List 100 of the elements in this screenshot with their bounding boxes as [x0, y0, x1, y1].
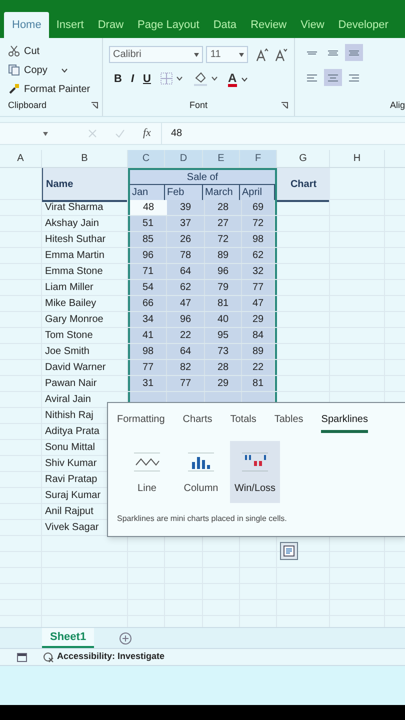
table-cell[interactable]: 96	[167, 312, 205, 327]
clipboard-button[interactable]: Copy	[8, 60, 102, 80]
ribbon-tab[interactable]: Insert	[49, 12, 91, 38]
table-cell[interactable]: 48	[130, 200, 167, 215]
column-header[interactable]: E	[203, 150, 240, 167]
formula-field[interactable]: 48	[160, 123, 405, 144]
table-header-cell: Name	[42, 168, 128, 202]
table-cell[interactable]: 71	[130, 264, 167, 279]
table-cell[interactable]: 95	[205, 328, 242, 343]
column-header[interactable]: F	[240, 150, 277, 167]
align-button[interactable]	[324, 69, 342, 86]
table-cell[interactable]: 96	[130, 248, 167, 263]
dialog-launcher-icon[interactable]	[91, 102, 98, 109]
sheet-tab[interactable]: Sheet1	[42, 628, 94, 648]
table-cell[interactable]: 32	[242, 264, 275, 279]
font-color-button[interactable]: A	[228, 72, 248, 87]
ribbon-tab[interactable]: Home	[4, 12, 50, 38]
table-cell[interactable]: 34	[130, 312, 167, 327]
shrink-font-icon[interactable]	[274, 48, 288, 62]
accessibility-status[interactable]: Accessibility: Investigate	[57, 650, 165, 664]
table-cell[interactable]: 84	[242, 328, 275, 343]
table-cell[interactable]: 64	[167, 344, 205, 359]
table-cell[interactable]: 31	[130, 376, 167, 391]
table-cell[interactable]: 85	[130, 232, 167, 247]
table-cell[interactable]: 62	[242, 248, 275, 263]
win-loss-sparkline-icon	[241, 451, 269, 473]
table-cell[interactable]: 77	[167, 376, 205, 391]
sparkline-option[interactable]: Column	[176, 441, 226, 503]
table-cell[interactable]: 54	[130, 280, 167, 295]
table-cell[interactable]: 98	[242, 232, 275, 247]
grow-font-icon[interactable]	[255, 48, 270, 62]
table-cell[interactable]: 66	[130, 296, 167, 311]
scissors-icon	[8, 45, 20, 58]
sparkline-option[interactable]: Win/Loss	[230, 441, 280, 503]
column-header[interactable]: G	[277, 150, 330, 167]
table-header-cell: Sale of	[130, 170, 275, 185]
page-view-icon[interactable]	[17, 652, 27, 662]
table-cell[interactable]: 64	[167, 264, 205, 279]
ribbon-tab[interactable]: Draw	[90, 12, 131, 38]
fill-color-icon[interactable]	[192, 71, 219, 88]
table-cell[interactable]: 29	[205, 376, 242, 391]
borders-icon[interactable]	[160, 72, 184, 86]
ribbon-tab[interactable]: Data	[206, 12, 244, 38]
table-cell[interactable]: 77	[130, 360, 167, 375]
table-cell[interactable]: 41	[130, 328, 167, 343]
quick-analysis-tab[interactable]: Totals	[230, 412, 256, 433]
table-cell[interactable]: 81	[242, 376, 275, 391]
align-button[interactable]	[345, 44, 363, 61]
table-cell[interactable]: 29	[242, 312, 275, 327]
table-cell[interactable]: 47	[242, 296, 275, 311]
table-cell[interactable]: 78	[167, 248, 205, 263]
table-cell[interactable]: 77	[242, 280, 275, 295]
ribbon-tab[interactable]: View	[294, 12, 332, 38]
column-header[interactable]: A	[0, 150, 42, 167]
font-style-button[interactable]: U	[143, 71, 151, 88]
table-cell[interactable]: 89	[242, 344, 275, 359]
ribbon-tab[interactable]: Page Layout	[130, 12, 206, 38]
table-cell[interactable]: 47	[167, 296, 205, 311]
table-cell[interactable]: 22	[242, 360, 275, 375]
table-cell[interactable]: 40	[205, 312, 242, 327]
caret-icon	[240, 76, 248, 82]
table-cell[interactable]: 27	[205, 216, 242, 231]
table-cell[interactable]: 82	[167, 360, 205, 375]
table-cell[interactable]: 51	[130, 216, 167, 231]
table-cell[interactable]: 72	[205, 232, 242, 247]
table-cell[interactable]: 81	[205, 296, 242, 311]
align-icon	[348, 74, 360, 82]
font-size-field[interactable]: 11	[206, 46, 248, 63]
column-header[interactable]: H	[330, 150, 385, 167]
table-cell[interactable]: 69	[242, 200, 275, 215]
dialog-launcher-icon[interactable]	[280, 102, 288, 109]
line-sparkline-icon	[133, 451, 161, 473]
table-cell[interactable]: 89	[205, 248, 242, 263]
table-cell[interactable]: 39	[167, 200, 205, 215]
add-sheet-icon[interactable]	[119, 632, 132, 645]
font-style-button[interactable]: B	[114, 71, 122, 88]
ribbon-tab[interactable]: Developer	[331, 12, 396, 38]
table-cell[interactable]: 73	[205, 344, 242, 359]
ribbon-tab[interactable]: Review	[244, 12, 294, 38]
column-header[interactable]: C	[128, 150, 165, 167]
clipboard-button[interactable]: Cut	[8, 42, 102, 61]
quick-analysis-tab[interactable]: Sparklines	[321, 412, 368, 433]
table-cell[interactable]: 28	[205, 360, 242, 375]
table-cell[interactable]: 22	[167, 328, 205, 343]
insert-function-button[interactable]: fx	[143, 125, 151, 142]
font-name-field[interactable]: Calibri	[109, 46, 204, 63]
table-cell[interactable]: 79	[205, 280, 242, 295]
table-cell[interactable]: 37	[167, 216, 205, 231]
table-cell[interactable]: 62	[167, 280, 205, 295]
quick-analysis-icon[interactable]	[280, 542, 298, 560]
table-cell[interactable]: 28	[205, 200, 242, 215]
table-cell[interactable]: 26	[167, 232, 205, 247]
table-cell[interactable]: 96	[205, 264, 242, 279]
clipboard-button[interactable]: Format Painter	[8, 80, 102, 98]
font-style-button[interactable]: I	[130, 71, 134, 88]
quick-analysis-tab[interactable]: Charts	[182, 412, 212, 433]
quick-analysis-tab[interactable]: Tables	[274, 412, 304, 433]
table-cell[interactable]: 72	[242, 216, 275, 231]
table-cell[interactable]: 98	[130, 344, 167, 359]
column-header[interactable]: D	[165, 150, 203, 167]
